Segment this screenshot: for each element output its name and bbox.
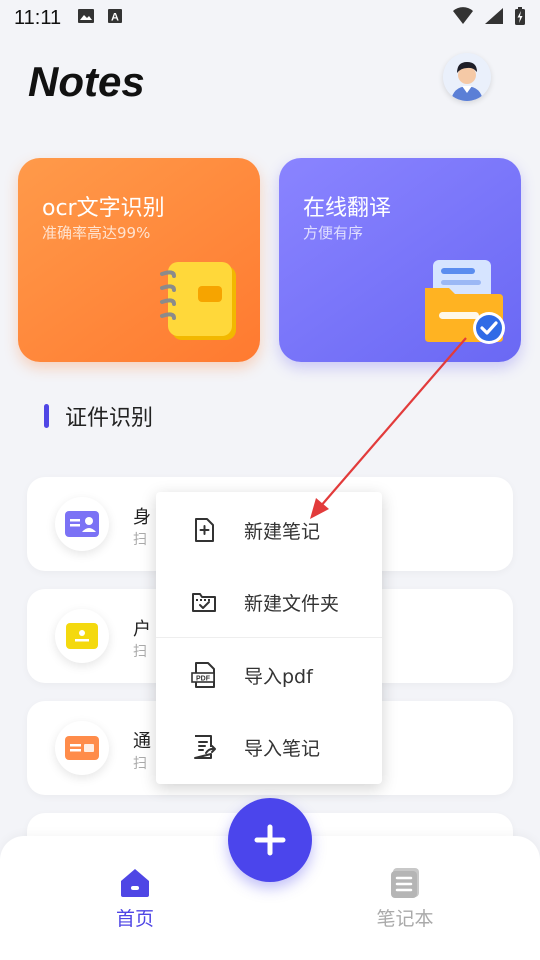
status-time: 11:11 [14,6,62,29]
import-note-icon [194,735,216,759]
notebook-icon [160,262,236,340]
wifi-icon [452,6,474,30]
list-item-title: 户 [133,619,151,640]
signal-icon [484,7,504,30]
app-title: Notes [28,58,145,105]
folder-check-icon [425,260,505,344]
menu-item-new-folder[interactable]: 新建文件夹 [156,566,382,638]
menu-item-label: 新建文件夹 [244,592,340,615]
menu-item-label: 导入笔记 [244,737,321,760]
translate-card-subtitle: 方便有序 [303,224,364,242]
menu-item-import-pdf[interactable]: PDF 导入pdf [156,639,382,711]
list-item-subtitle: 扫 [133,644,147,660]
ocr-card-subtitle: 准确率高达99% [42,224,151,242]
menu-divider [156,637,382,638]
id-card-icon [55,497,109,551]
user-avatar-icon[interactable] [443,53,491,101]
menu-item-new-note[interactable]: 新建笔记 [156,494,382,566]
list-item-subtitle: 扫 [133,756,147,772]
tab-home[interactable]: 首页 [75,864,195,931]
new-folder-icon [192,593,216,612]
tab-notebook-label: 笔记本 [376,908,434,930]
new-note-icon [195,518,214,542]
household-book-icon [55,609,109,663]
home-icon [121,869,149,897]
ocr-card[interactable]: ocr文字识别 准确率高达99% [18,158,260,362]
popup-menu: 新建笔记 新建文件夹 PDF 导入pdf 导入笔记 [156,492,382,784]
menu-item-import-note[interactable]: 导入笔记 [156,711,382,783]
svg-text:PDF: PDF [196,676,211,683]
pdf-icon: PDF [191,662,215,688]
translate-card-title: 在线翻译 [303,196,392,221]
menu-item-label: 新建笔记 [244,520,321,543]
plus-icon [254,824,286,856]
list-item-subtitle: 扫 [133,532,147,548]
status-icons-right [452,6,526,31]
list-item-title: 通 [133,731,151,752]
list-item-title: 身 [133,507,151,528]
keyboard-a-icon: A [107,7,123,29]
add-button[interactable] [228,798,312,882]
section-accent-bar [44,404,49,428]
section-header: 证件识别 [44,400,153,432]
translate-card[interactable]: 在线翻译 方便有序 [279,158,521,362]
ocr-card-title: ocr文字识别 [42,196,165,221]
section-title: 证件识别 [65,406,154,431]
tab-notebook[interactable]: 笔记本 [345,864,465,931]
image-icon [77,7,95,29]
status-bar: 11:11 A [0,0,540,36]
license-icon [55,721,109,775]
notebook-stack-icon [391,868,419,898]
battery-charging-icon [514,6,526,31]
menu-item-label: 导入pdf [244,665,313,688]
tab-home-label: 首页 [115,908,154,930]
svg-text:A: A [111,12,119,24]
